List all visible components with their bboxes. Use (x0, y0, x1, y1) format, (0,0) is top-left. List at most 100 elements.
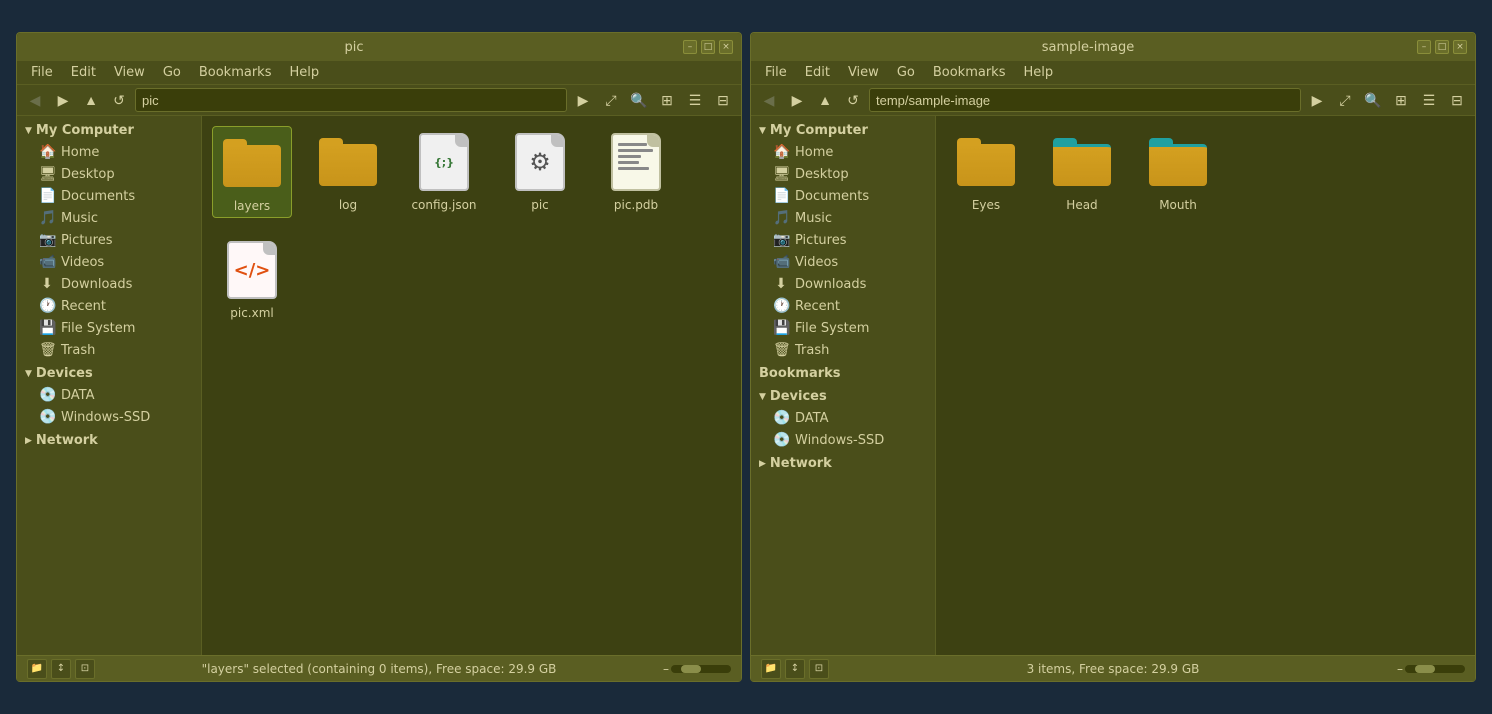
file-item-mouth[interactable]: Mouth (1138, 126, 1218, 216)
up-button-left[interactable]: ▲ (79, 88, 103, 112)
sidebar-chevron-icon: ▼ (25, 369, 32, 379)
open-location-button-right[interactable]: ⤢ (1333, 88, 1357, 112)
close-button-left[interactable]: × (719, 40, 733, 54)
zoom-out-icon[interactable]: – (1397, 662, 1403, 676)
file-item-pic[interactable]: ⚙pic (500, 126, 580, 218)
address-bar-right[interactable] (869, 88, 1301, 112)
sidebar-item-videos-left[interactable]: 📹Videos (17, 251, 201, 273)
sidebar-item-icon: 🖥 (39, 166, 55, 182)
menu-edit-right[interactable]: Edit (797, 63, 838, 82)
scrollbar-left[interactable]: – (663, 662, 731, 676)
sidebar-item-icon: 📄 (39, 188, 55, 204)
file-item-layers[interactable]: layers (212, 126, 292, 218)
sidebar-item-recent-right[interactable]: 🕐Recent (751, 295, 935, 317)
forward-button-right[interactable]: ▶ (785, 88, 809, 112)
sidebar-header-my-computer-right[interactable]: ▼My Computer (751, 120, 935, 141)
address-bar-left[interactable] (135, 88, 567, 112)
menu-help-left[interactable]: Help (281, 63, 327, 82)
sidebar-item-label: Documents (795, 189, 869, 204)
zoom-out-icon[interactable]: – (663, 662, 669, 676)
file-item-head[interactable]: Head (1042, 126, 1122, 216)
sidebar-item-documents-left[interactable]: 📄Documents (17, 185, 201, 207)
sidebar-item-trash-left[interactable]: 🗑Trash (17, 339, 201, 361)
list-view-button-right[interactable]: ☰ (1417, 88, 1441, 112)
sidebar-item-pictures-left[interactable]: 📷Pictures (17, 229, 201, 251)
go-button-right[interactable]: ▶ (1305, 88, 1329, 112)
menu-go-left[interactable]: Go (155, 63, 189, 82)
icon-view-button-left[interactable]: ⊞ (655, 88, 679, 112)
forward-button-left[interactable]: ▶ (51, 88, 75, 112)
minimize-button-right[interactable]: – (1417, 40, 1431, 54)
menu-bookmarks-left[interactable]: Bookmarks (191, 63, 280, 82)
sidebar-item-file system-left[interactable]: 💾File System (17, 317, 201, 339)
menu-go-right[interactable]: Go (889, 63, 923, 82)
menu-edit-left[interactable]: Edit (63, 63, 104, 82)
sidebar-item-desktop-right[interactable]: 🖥Desktop (751, 163, 935, 185)
list-view-button-left[interactable]: ☰ (683, 88, 707, 112)
sidebar-item-icon: 🖥 (773, 166, 789, 182)
menu-view-right[interactable]: View (840, 63, 887, 82)
sidebar-item-icon: 📄 (773, 188, 789, 204)
close-button-right[interactable]: × (1453, 40, 1467, 54)
new-folder-statusbar-btn-right[interactable]: 📁 (761, 659, 781, 679)
sidebar-header-my-computer-left[interactable]: ▼My Computer (17, 120, 201, 141)
sidebar-item-downloads-right[interactable]: ⬇Downloads (751, 273, 935, 295)
sidebar-item-videos-right[interactable]: 📹Videos (751, 251, 935, 273)
statusbar-left-left: 📁↕⊡ (27, 659, 95, 679)
file-item-config.json[interactable]: {;}config.json (404, 126, 484, 218)
panel-statusbar-btn-right[interactable]: ⊡ (809, 659, 829, 679)
sidebar-item-file system-right[interactable]: 💾File System (751, 317, 935, 339)
sidebar-header-network-left[interactable]: ▶Network (17, 430, 201, 451)
menu-file-left[interactable]: File (23, 63, 61, 82)
reload-button-left[interactable]: ↺ (107, 88, 131, 112)
sidebar-item-recent-left[interactable]: 🕐Recent (17, 295, 201, 317)
file-item-pic.xml[interactable]: </>pic.xml (212, 234, 292, 324)
sidebar-item-desktop-left[interactable]: 🖥Desktop (17, 163, 201, 185)
sidebar-item-icon: 🗑 (773, 342, 789, 358)
sort-statusbar-btn-right[interactable]: ↕ (785, 659, 805, 679)
up-button-right[interactable]: ▲ (813, 88, 837, 112)
sidebar-item-windows-ssd-right[interactable]: 💿Windows-SSD (751, 429, 935, 451)
detail-view-button-right[interactable]: ⊟ (1445, 88, 1469, 112)
sidebar-item-pictures-right[interactable]: 📷Pictures (751, 229, 935, 251)
sidebar-item-music-left[interactable]: 🎵Music (17, 207, 201, 229)
file-item-pic.pdb[interactable]: pic.pdb (596, 126, 676, 218)
panel-statusbar-btn-left[interactable]: ⊡ (75, 659, 95, 679)
menu-view-left[interactable]: View (106, 63, 153, 82)
sidebar-header-network-right[interactable]: ▶Network (751, 453, 935, 474)
back-button-left[interactable]: ◀ (23, 88, 47, 112)
sidebar-item-trash-right[interactable]: 🗑Trash (751, 339, 935, 361)
file-item-eyes[interactable]: Eyes (946, 126, 1026, 216)
sidebar-header-devices-left[interactable]: ▼Devices (17, 363, 201, 384)
sidebar-item-label: Recent (61, 299, 106, 314)
sidebar-item-downloads-left[interactable]: ⬇Downloads (17, 273, 201, 295)
icon-view-button-right[interactable]: ⊞ (1389, 88, 1413, 112)
file-item-log[interactable]: log (308, 126, 388, 218)
maximize-button-right[interactable]: □ (1435, 40, 1449, 54)
sidebar-item-home-left[interactable]: 🏠Home (17, 141, 201, 163)
menu-help-right[interactable]: Help (1015, 63, 1061, 82)
sidebar-header-devices-right[interactable]: ▼Devices (751, 386, 935, 407)
sidebar-item-home-right[interactable]: 🏠Home (751, 141, 935, 163)
sidebar-item-data-right[interactable]: 💿DATA (751, 407, 935, 429)
go-button-left[interactable]: ▶ (571, 88, 595, 112)
sidebar-section-label: My Computer (770, 123, 868, 138)
detail-view-button-left[interactable]: ⊟ (711, 88, 735, 112)
new-folder-statusbar-btn-left[interactable]: 📁 (27, 659, 47, 679)
menu-bookmarks-right[interactable]: Bookmarks (925, 63, 1014, 82)
sidebar-item-icon: 📷 (773, 232, 789, 248)
search-button-left[interactable]: 🔍 (627, 88, 651, 112)
minimize-button-left[interactable]: – (683, 40, 697, 54)
search-button-right[interactable]: 🔍 (1361, 88, 1385, 112)
sidebar-item-windows-ssd-left[interactable]: 💿Windows-SSD (17, 406, 201, 428)
back-button-right[interactable]: ◀ (757, 88, 781, 112)
sidebar-item-music-right[interactable]: 🎵Music (751, 207, 935, 229)
open-location-button-left[interactable]: ⤢ (599, 88, 623, 112)
menu-file-right[interactable]: File (757, 63, 795, 82)
maximize-button-left[interactable]: □ (701, 40, 715, 54)
sort-statusbar-btn-left[interactable]: ↕ (51, 659, 71, 679)
sidebar-item-documents-right[interactable]: 📄 Documents (751, 185, 935, 207)
sidebar-item-data-left[interactable]: 💿DATA (17, 384, 201, 406)
reload-button-right[interactable]: ↺ (841, 88, 865, 112)
scrollbar-right[interactable]: – (1397, 662, 1465, 676)
